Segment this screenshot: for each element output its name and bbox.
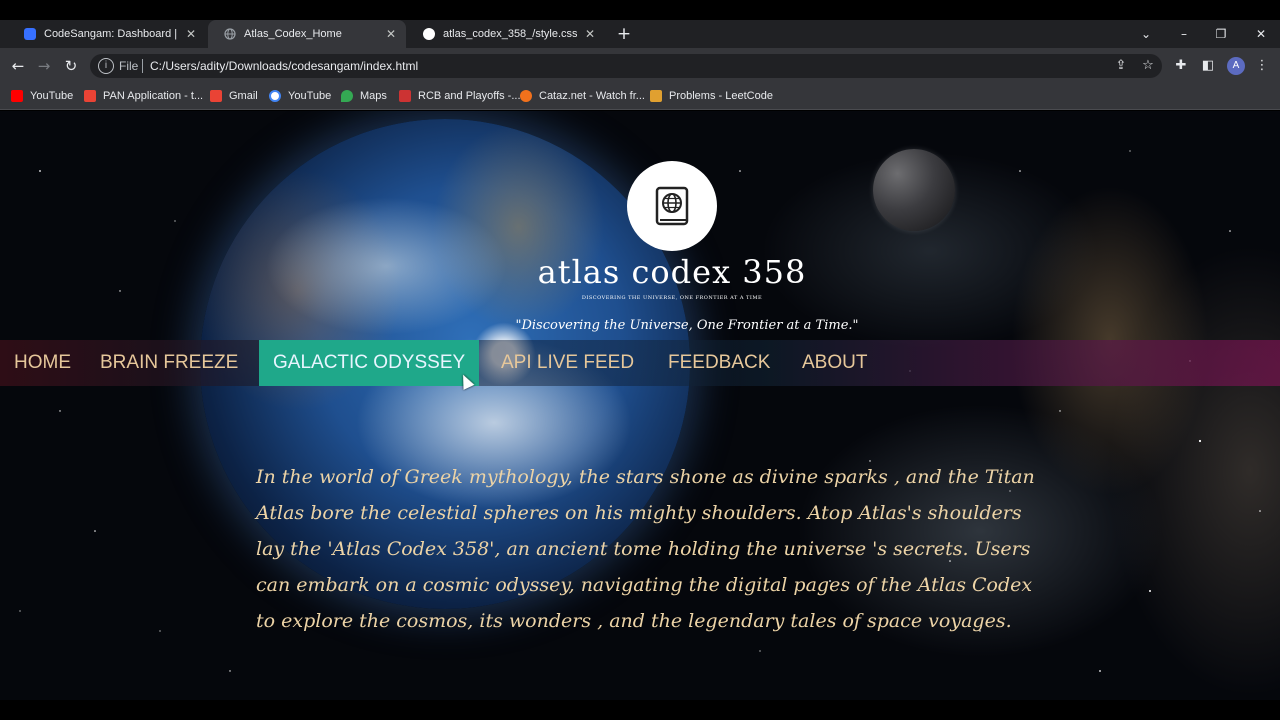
forward-button[interactable]: → (34, 56, 54, 76)
tab-title: atlas_codex_358_/style.css at main (443, 28, 577, 40)
reload-button[interactable]: ↻ (61, 56, 81, 76)
tab-title: Atlas_Codex_Home (244, 28, 342, 40)
bookmark-label: YouTube (30, 90, 74, 102)
new-tab-button[interactable]: + (614, 24, 634, 44)
globe-icon (224, 28, 236, 40)
bookmark-label: RCB and Playoffs -... (418, 90, 521, 102)
nav-api-live-feed[interactable]: API LIVE FEED (487, 340, 648, 386)
address-divider (142, 59, 143, 73)
maps-icon (341, 90, 353, 102)
bookmark-label: Cataz.net - Watch fr... (539, 90, 645, 102)
tab-github-style[interactable]: atlas_codex_358_/style.css at main ✕ (407, 20, 605, 48)
github-icon (423, 28, 435, 40)
more-menu-icon[interactable]: ⋮ (1252, 56, 1272, 76)
tab-devfolio[interactable]: CodeSangam: Dashboard | Devfolio ✕ (8, 20, 206, 48)
bookmark-leetcode[interactable]: Problems - LeetCode (650, 88, 773, 104)
nav-galactic-odyssey[interactable]: GALACTIC ODYSSEY (259, 340, 480, 386)
tab-atlas-codex-home[interactable]: Atlas_Codex_Home ✕ (208, 20, 406, 48)
leetcode-icon (650, 90, 662, 102)
bookmark-gmail[interactable]: Gmail (210, 88, 258, 104)
tab-search-icon[interactable]: ⌄ (1135, 24, 1157, 44)
url-text[interactable]: C:/Users/adity/Downloads/codesangam/inde… (150, 59, 418, 73)
moon-image (873, 149, 955, 231)
nav-about[interactable]: ABOUT (788, 340, 881, 386)
cricket-icon (399, 90, 411, 102)
site-title: atlas codex 358 (537, 253, 807, 291)
back-button[interactable]: ← (8, 56, 28, 76)
tab-strip: CodeSangam: Dashboard | Devfolio ✕ Atlas… (0, 20, 1280, 48)
nav-home[interactable]: HOME (0, 340, 85, 386)
play-icon (520, 90, 532, 102)
intro-paragraph: In the world of Greek mythology, the sta… (256, 466, 1035, 632)
tab-title: CodeSangam: Dashboard | Devfolio (44, 28, 178, 40)
gmail-icon (210, 90, 222, 102)
scheme-label: File (119, 59, 139, 73)
site-subtitle: DISCOVERING THE UNIVERSE, ONE FRONTIER A… (581, 295, 763, 301)
bookmark-label: YouTube (288, 90, 332, 102)
nav-brain-freeze[interactable]: BRAIN FREEZE (86, 340, 252, 386)
share-icon[interactable]: ⇪ (1111, 56, 1131, 76)
bottom-letterbox (0, 700, 1280, 720)
google-icon (269, 90, 281, 102)
restore-button[interactable]: ❐ (1210, 24, 1232, 44)
bookmark-cataz[interactable]: Cataz.net - Watch fr... (520, 88, 645, 104)
bookmark-rcb-playoffs[interactable]: RCB and Playoffs -... (399, 88, 521, 104)
bookmark-label: Maps (360, 90, 387, 102)
close-icon[interactable]: ✕ (384, 27, 398, 41)
profile-avatar[interactable]: A (1227, 57, 1245, 75)
site-logo[interactable] (627, 161, 717, 251)
book-globe-icon (655, 186, 689, 226)
close-icon[interactable]: ✕ (184, 27, 198, 41)
bookmark-label: PAN Application - t... (103, 90, 204, 102)
bookmark-label: Gmail (229, 90, 258, 102)
bookmark-youtube-google[interactable]: YouTube (269, 88, 331, 104)
gmail-icon (84, 90, 96, 102)
bookmark-label: Problems - LeetCode (669, 90, 773, 102)
bookmark-maps[interactable]: Maps (341, 88, 387, 104)
info-icon[interactable]: i (98, 58, 114, 74)
bookmark-star-icon[interactable]: ☆ (1138, 56, 1158, 76)
site-tagline: "Discovering the Universe, One Frontier … (515, 318, 859, 333)
bookmark-pan-application[interactable]: PAN Application - t... (84, 88, 203, 104)
minimize-button[interactable]: – (1173, 24, 1195, 44)
devfolio-icon (24, 28, 36, 40)
close-icon[interactable]: ✕ (583, 27, 597, 41)
bookmark-youtube[interactable]: YouTube (11, 88, 73, 104)
extensions-icon[interactable]: ✚ (1171, 56, 1191, 76)
top-letterbox (0, 0, 1280, 20)
close-window-button[interactable]: ✕ (1250, 24, 1272, 44)
nav-feedback[interactable]: FEEDBACK (654, 340, 784, 386)
youtube-icon (11, 90, 23, 102)
side-panel-icon[interactable]: ◧ (1198, 56, 1218, 76)
